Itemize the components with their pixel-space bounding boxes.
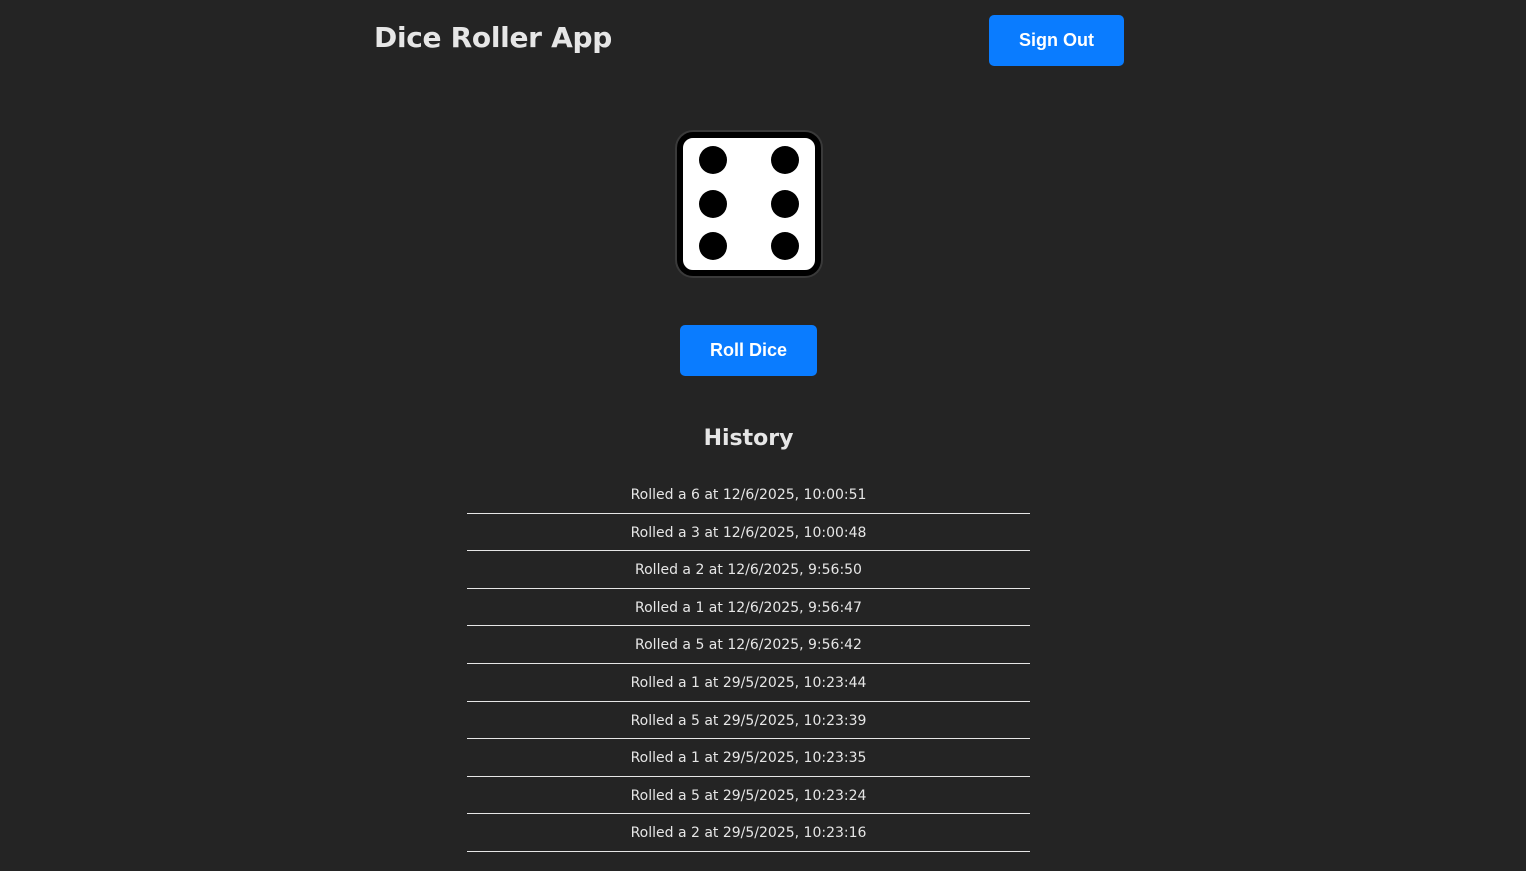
app-title: Dice Roller App: [374, 21, 612, 54]
dice-pip: [771, 146, 799, 174]
history-item: Rolled a 1 at 29/5/2025, 10:23:35: [467, 739, 1030, 777]
history-item: Rolled a 1 at 29/5/2025, 10:23:44: [467, 664, 1030, 702]
history-item: Rolled a 2 at 12/6/2025, 9:56:50: [467, 551, 1030, 589]
dice-pip: [699, 146, 727, 174]
history-item: Rolled a 1 at 12/6/2025, 9:56:47: [467, 589, 1030, 627]
app-header: Dice Roller App Sign Out: [374, 15, 1124, 66]
history-item: Rolled a 5 at 12/6/2025, 9:56:42: [467, 626, 1030, 664]
dice-face-six-icon: [677, 132, 821, 276]
dice-pip: [771, 232, 799, 260]
dice-pip: [699, 190, 727, 218]
history-item: Rolled a 2 at 29/5/2025, 10:23:16: [467, 814, 1030, 852]
history-list: Rolled a 6 at 12/6/2025, 10:00:51 Rolled…: [467, 476, 1030, 852]
history-item: Rolled a 6 at 12/6/2025, 10:00:51: [467, 476, 1030, 514]
sign-out-button[interactable]: Sign Out: [989, 15, 1124, 66]
history-item: Rolled a 3 at 12/6/2025, 10:00:48: [467, 514, 1030, 552]
dice-pip: [699, 232, 727, 260]
history-heading: History: [703, 426, 794, 451]
dice-pip: [771, 190, 799, 218]
roll-dice-button[interactable]: Roll Dice: [680, 325, 817, 376]
history-item: Rolled a 5 at 29/5/2025, 10:23:39: [467, 702, 1030, 740]
history-item: Rolled a 5 at 29/5/2025, 10:23:24: [467, 777, 1030, 815]
